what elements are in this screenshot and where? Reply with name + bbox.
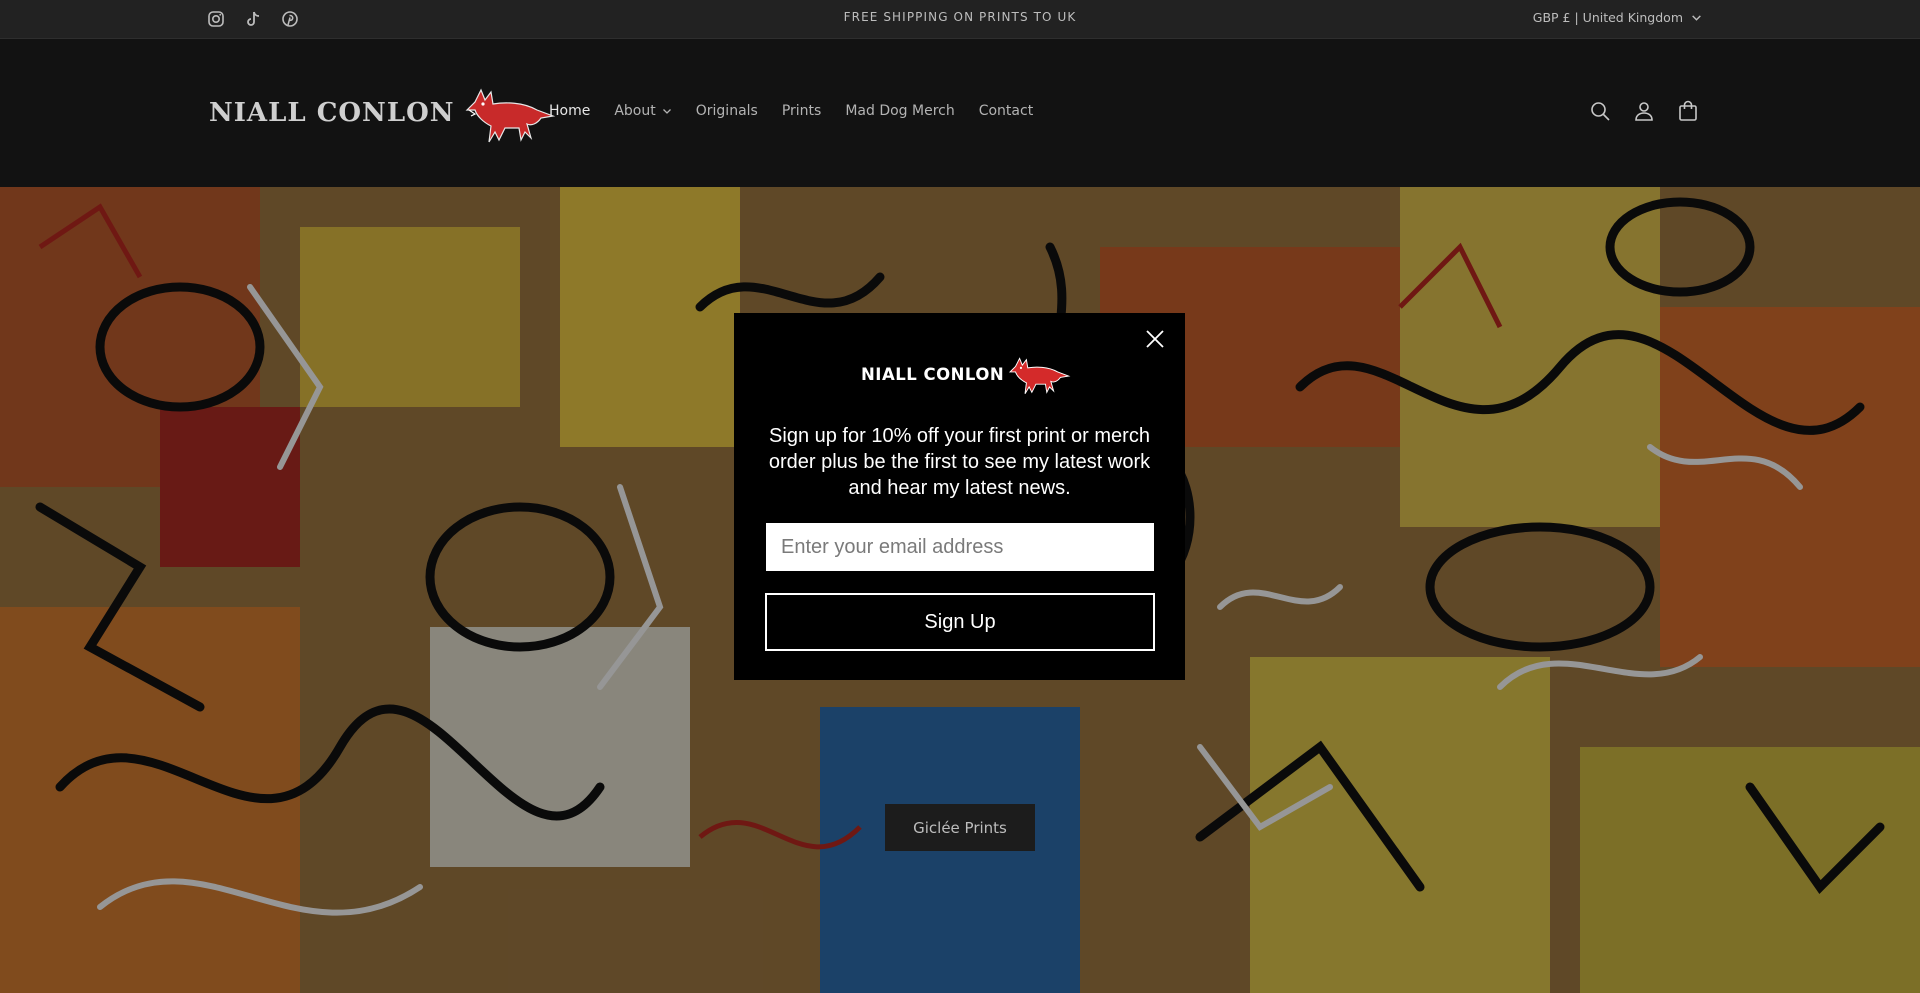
header-actions bbox=[1588, 99, 1700, 123]
logo-text: NIALL CONLON bbox=[209, 98, 455, 128]
close-icon[interactable] bbox=[1143, 327, 1167, 351]
email-field[interactable] bbox=[766, 523, 1154, 571]
newsletter-popup: NIALL CONLON Sign up for 10% off your fi… bbox=[734, 313, 1185, 680]
main-nav: Home About Originals Prints Mad Dog Merc… bbox=[549, 103, 1033, 119]
nav-contact-label: Contact bbox=[978, 103, 1034, 119]
account-icon[interactable] bbox=[1632, 99, 1656, 123]
nav-about-label: About bbox=[614, 103, 656, 119]
site-logo[interactable]: NIALL CONLON bbox=[209, 80, 561, 146]
nav-mad-dog-merch-label: Mad Dog Merch bbox=[845, 103, 955, 119]
cart-icon[interactable] bbox=[1676, 99, 1700, 123]
giclee-prints-button[interactable]: Giclée Prints bbox=[885, 804, 1035, 851]
nav-contact[interactable]: Contact bbox=[979, 103, 1033, 119]
mad-dog-logo-icon bbox=[1009, 357, 1071, 394]
nav-originals[interactable]: Originals bbox=[696, 103, 758, 119]
popup-message: Sign up for 10% off your first print or … bbox=[768, 425, 1151, 499]
nav-originals-label: Originals bbox=[695, 103, 758, 119]
site-header: NIALL CONLON Home About Originals Prints… bbox=[0, 39, 1920, 187]
sign-up-button[interactable]: Sign Up bbox=[765, 593, 1155, 651]
nav-about[interactable]: About bbox=[614, 103, 671, 119]
nav-prints[interactable]: Prints bbox=[782, 103, 822, 119]
announcement-bar: FREE SHIPPING ON PRINTS TO UK GBP £ | Un… bbox=[0, 0, 1920, 39]
search-icon[interactable] bbox=[1588, 99, 1612, 123]
chevron-down-icon bbox=[1692, 15, 1701, 21]
nav-home[interactable]: Home bbox=[549, 103, 590, 119]
nav-mad-dog-merch[interactable]: Mad Dog Merch bbox=[845, 103, 954, 119]
mad-dog-logo-icon bbox=[465, 88, 555, 143]
popup-logo-text: NIALL CONLON bbox=[861, 364, 1005, 384]
nav-prints-label: Prints bbox=[781, 103, 822, 119]
locale-selector[interactable]: GBP £ | United Kingdom bbox=[1533, 10, 1702, 25]
locale-label: GBP £ | United Kingdom bbox=[1532, 10, 1683, 25]
chevron-down-icon bbox=[662, 109, 671, 114]
popup-logo: NIALL CONLON bbox=[861, 351, 1074, 397]
nav-home-label: Home bbox=[549, 103, 591, 119]
